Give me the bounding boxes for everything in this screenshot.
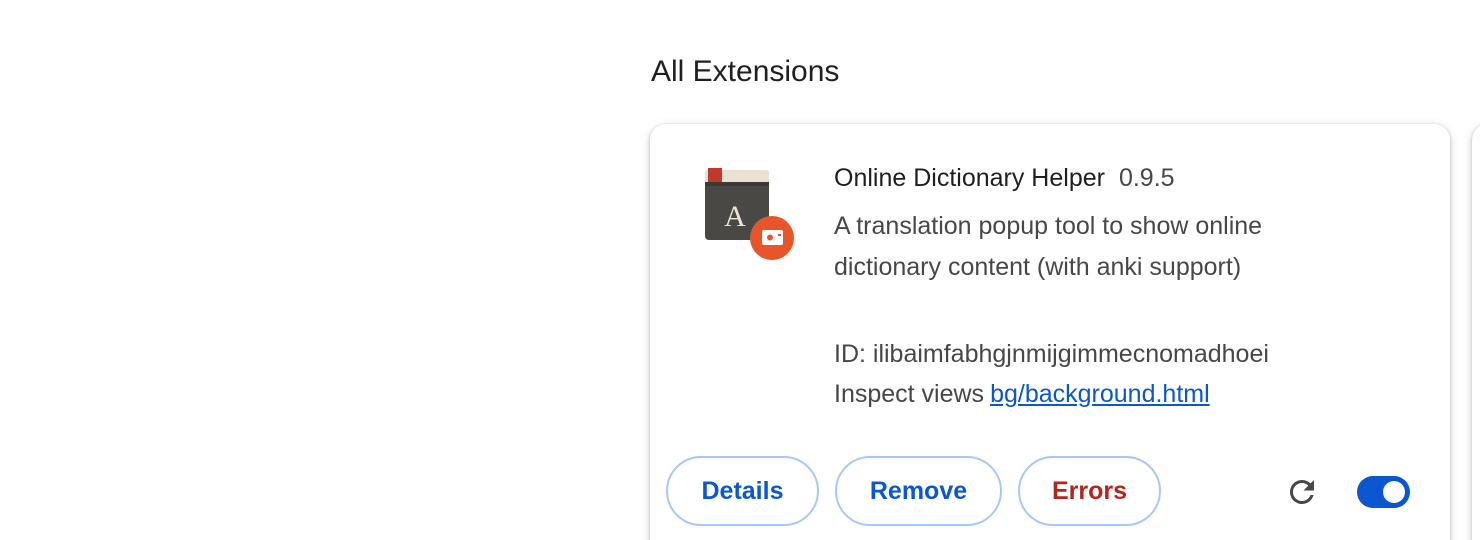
section-title: All Extensions: [651, 55, 840, 88]
extensions-page: All Extensions A Online Dictionary Helpe…: [0, 0, 1480, 540]
dictionary-book-icon: A: [705, 168, 797, 264]
extension-id: ID: ilibaimfabhgjnmijgimmecnomadhoei: [834, 340, 1269, 368]
remove-button[interactable]: Remove: [835, 456, 1002, 526]
toggle-knob: [1383, 481, 1405, 503]
extension-card: A Online Dictionary Helper 0.9.5 A transl…: [650, 124, 1450, 540]
extension-description: A translation popup tool to show online …: [834, 212, 1263, 281]
next-extension-card: [1472, 124, 1480, 540]
extension-enable-toggle[interactable]: [1357, 476, 1410, 508]
inspect-background-link[interactable]: bg/background.html: [990, 380, 1210, 408]
details-button[interactable]: Details: [666, 456, 819, 526]
extension-title-row: Online Dictionary Helper 0.9.5: [834, 162, 1175, 194]
extension-version: 0.9.5: [1118, 164, 1175, 192]
inspect-views-label: Inspect views: [834, 380, 985, 408]
svg-text:A: A: [724, 200, 746, 233]
errors-button[interactable]: Errors: [1018, 456, 1161, 526]
inspect-views-row: Inspect views bg/background.html: [834, 376, 1210, 412]
extension-name: Online Dictionary Helper: [834, 164, 1105, 192]
reload-icon[interactable]: [1284, 474, 1320, 510]
